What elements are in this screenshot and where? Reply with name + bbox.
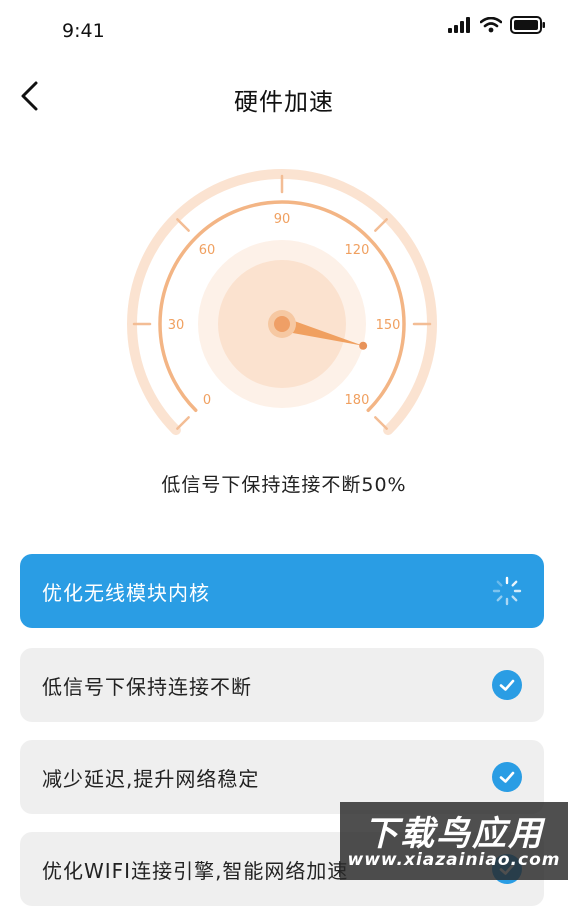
check-icon bbox=[492, 762, 522, 792]
task-label: 优化无线模块内核 bbox=[42, 580, 210, 605]
battery-icon bbox=[510, 16, 545, 34]
gauge-tick-label: 180 bbox=[345, 393, 370, 408]
signal-icon bbox=[448, 17, 470, 33]
gauge-tick-label: 0 bbox=[203, 393, 211, 408]
task-item-keep-connection[interactable]: 低信号下保持连接不断 bbox=[20, 648, 544, 722]
gauge-tick-label: 90 bbox=[274, 212, 291, 227]
gauge-needle-tip bbox=[359, 341, 368, 350]
wifi-icon bbox=[480, 17, 502, 33]
status-bar: 9:41 bbox=[0, 0, 568, 60]
task-label: 减少延迟,提升网络稳定 bbox=[42, 766, 260, 791]
speed-gauge: 0 30 60 90 120 150 180 bbox=[127, 169, 437, 436]
task-item-optimize-module[interactable]: 优化无线模块内核 bbox=[20, 554, 544, 628]
watermark-url: www.xiazainiao.com bbox=[347, 850, 561, 870]
watermark-title: 下载鸟应用 bbox=[364, 814, 544, 854]
loading-spinner-icon bbox=[492, 576, 522, 606]
gauge-tick-label: 60 bbox=[199, 243, 216, 258]
status-icons bbox=[448, 16, 546, 34]
watermark: 下载鸟应用 www.xiazainiao.com bbox=[340, 802, 568, 880]
check-icon bbox=[492, 670, 522, 700]
gauge-tick bbox=[374, 218, 388, 232]
gauge-tick-label: 120 bbox=[345, 243, 370, 258]
gauge-tick bbox=[374, 416, 388, 430]
page-title: 硬件加速 bbox=[234, 88, 334, 116]
gauge-tick-label: 30 bbox=[168, 318, 185, 333]
status-time: 9:41 bbox=[62, 20, 105, 42]
gauge-tick bbox=[176, 416, 190, 430]
gauge-tick bbox=[176, 218, 190, 232]
gauge-tick-label: 150 bbox=[376, 318, 401, 333]
gauge-hub-inner bbox=[274, 316, 290, 332]
nav-bar: 硬件加速 bbox=[0, 70, 568, 126]
task-label: 低信号下保持连接不断 bbox=[42, 674, 252, 699]
gauge-status-text: 低信号下保持连接不断50% bbox=[161, 474, 407, 496]
task-label: 优化WIFI连接引擎,智能网络加速 bbox=[42, 858, 349, 883]
